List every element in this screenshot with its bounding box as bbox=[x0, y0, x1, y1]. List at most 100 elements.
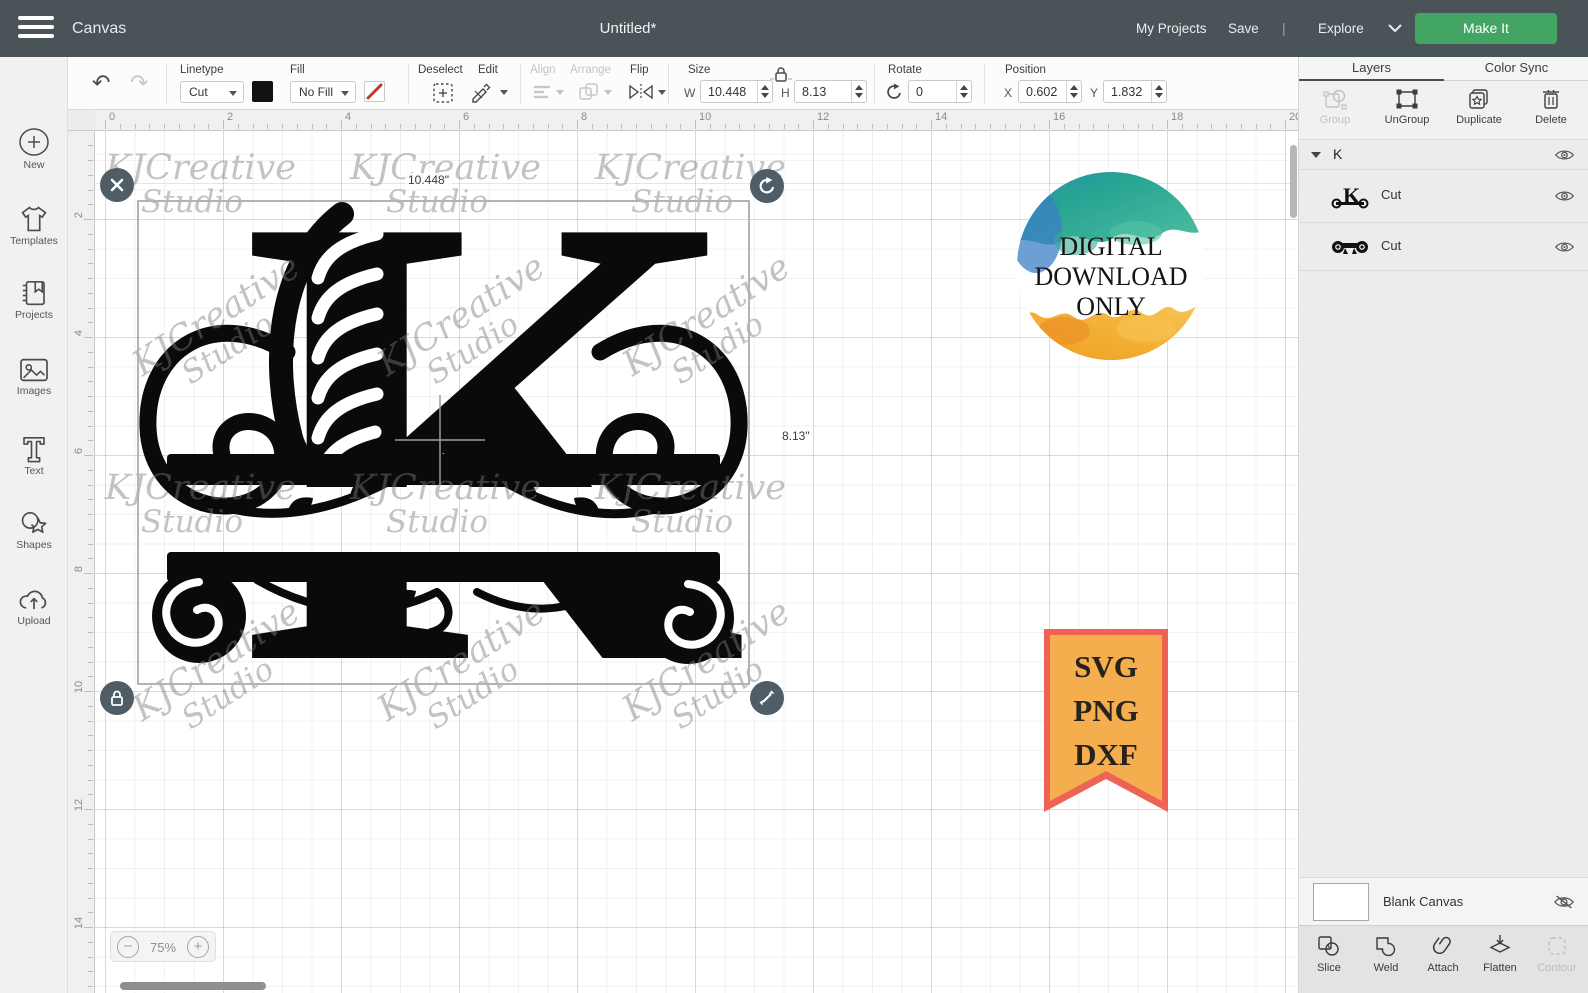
banner-format-dxf: DXF bbox=[1074, 737, 1138, 772]
banner-format-svg: SVG bbox=[1074, 649, 1138, 684]
width-stepper[interactable] bbox=[757, 81, 772, 102]
height-input[interactable]: 8.13 bbox=[794, 80, 867, 103]
contour-icon bbox=[1548, 937, 1566, 955]
caret-icon[interactable] bbox=[500, 90, 508, 95]
banner-format-png: PNG bbox=[1073, 693, 1138, 728]
x-prefix: X bbox=[1004, 86, 1013, 100]
fill-dropdown[interactable]: No Fill bbox=[290, 81, 356, 103]
caret-icon bbox=[556, 90, 564, 95]
blank-canvas-row[interactable]: Blank Canvas bbox=[1299, 877, 1588, 925]
horizontal-scrollbar-thumb[interactable] bbox=[120, 982, 266, 990]
badge-line-2: DOWNLOAD bbox=[1034, 262, 1187, 291]
fill-none-swatch[interactable] bbox=[364, 81, 385, 102]
save-link[interactable]: Save bbox=[1228, 0, 1259, 57]
width-value: 10.448 bbox=[708, 85, 747, 99]
chevron-down-icon[interactable] bbox=[1388, 24, 1402, 33]
ruler-v-number: 12 bbox=[73, 798, 85, 812]
eye-off-icon[interactable] bbox=[1553, 894, 1575, 910]
ruler-v-number: 8 bbox=[73, 565, 85, 573]
layers-panel: Layers Color Sync Group UnGroup Duplicat… bbox=[1298, 57, 1588, 993]
resize-arrows-icon bbox=[759, 690, 775, 706]
sidebar-item-projects[interactable]: Projects bbox=[0, 279, 68, 321]
align-icon bbox=[532, 84, 552, 100]
zoom-in-button[interactable]: + bbox=[187, 936, 209, 958]
x-stepper[interactable] bbox=[1066, 81, 1081, 102]
layer-thumbnail-bottom bbox=[1331, 237, 1369, 257]
sidebar-item-images[interactable]: Images bbox=[0, 357, 68, 397]
eye-icon[interactable] bbox=[1554, 189, 1575, 203]
tab-color-sync[interactable]: Color Sync bbox=[1444, 57, 1588, 81]
eye-icon[interactable] bbox=[1554, 240, 1575, 254]
group-icon bbox=[1323, 89, 1347, 110]
vertical-scrollbar-thumb[interactable] bbox=[1290, 145, 1297, 218]
formats-banner: SVG PNG DXF bbox=[1044, 629, 1168, 812]
attach-button[interactable]: Attach bbox=[1415, 934, 1471, 974]
canvas-color-swatch[interactable] bbox=[1313, 883, 1369, 921]
linetype-dropdown[interactable]: Cut bbox=[180, 81, 244, 103]
flatten-icon bbox=[1489, 935, 1511, 953]
projects-notebook-icon bbox=[22, 280, 45, 306]
x-position-input[interactable]: 0.602 bbox=[1018, 80, 1082, 103]
size-label: Size bbox=[688, 64, 711, 76]
undo-icon[interactable]: ↶ bbox=[92, 72, 110, 94]
sidebar-item-text[interactable]: Text bbox=[0, 435, 68, 477]
slice-button[interactable]: Slice bbox=[1301, 934, 1357, 974]
redo-icon[interactable]: ↷ bbox=[130, 72, 148, 94]
sidebar-label: Text bbox=[24, 465, 44, 477]
resize-selection-handle[interactable] bbox=[750, 681, 784, 715]
layer-group-row[interactable]: K bbox=[1299, 140, 1588, 170]
selection-bounding-box[interactable] bbox=[137, 200, 750, 685]
linetype-value: Cut bbox=[189, 85, 208, 99]
ruler-v-number: 14 bbox=[73, 916, 85, 930]
layer-name: Cut bbox=[1381, 238, 1402, 253]
rotate-stepper[interactable] bbox=[956, 81, 971, 102]
rotate-value: 0 bbox=[916, 85, 923, 99]
linetype-color-swatch[interactable] bbox=[252, 81, 273, 102]
remove-selection-handle[interactable] bbox=[100, 168, 134, 202]
explore-menu[interactable]: Explore bbox=[1318, 0, 1364, 57]
duplicate-label: Duplicate bbox=[1456, 114, 1502, 126]
y-position-input[interactable]: 1.832 bbox=[1103, 80, 1167, 103]
sidebar-item-templates[interactable]: Templates bbox=[0, 205, 68, 247]
ungroup-icon bbox=[1396, 89, 1418, 109]
sidebar-item-upload[interactable]: Upload bbox=[0, 587, 68, 627]
height-prefix: H bbox=[781, 86, 790, 100]
ungroup-button[interactable]: UnGroup bbox=[1371, 87, 1443, 126]
flip-icon[interactable] bbox=[628, 82, 654, 102]
rotate-input[interactable]: 0 bbox=[908, 80, 972, 103]
weld-button[interactable]: Weld bbox=[1358, 934, 1414, 974]
make-it-button[interactable]: Make It bbox=[1415, 13, 1557, 44]
rotate-selection-handle[interactable] bbox=[750, 169, 784, 203]
ruler-horizontal: 0 2 4 6 8 10 12 14 16 18 20 bbox=[95, 110, 1298, 131]
lock-icon bbox=[111, 690, 123, 706]
my-projects-link[interactable]: My Projects bbox=[1136, 0, 1207, 57]
layer-row-cut-top[interactable]: K Cut bbox=[1299, 170, 1588, 223]
duplicate-button[interactable]: Duplicate bbox=[1443, 87, 1515, 126]
collapse-triangle-icon[interactable] bbox=[1311, 152, 1321, 158]
eye-icon[interactable] bbox=[1554, 148, 1575, 162]
duplicate-icon bbox=[1469, 89, 1488, 109]
lock-ratio-icon[interactable] bbox=[770, 66, 792, 84]
layer-row-cut-bottom[interactable]: Cut bbox=[1299, 223, 1588, 271]
y-stepper[interactable] bbox=[1151, 81, 1166, 102]
width-input[interactable]: 10.448 bbox=[700, 80, 773, 103]
edit-icon[interactable] bbox=[470, 82, 496, 104]
slice-label: Slice bbox=[1317, 962, 1341, 974]
height-stepper[interactable] bbox=[851, 81, 866, 102]
arrange-icon bbox=[578, 82, 600, 102]
layer-group-name: K bbox=[1333, 146, 1343, 162]
selection-width-label: 10.448" bbox=[405, 173, 452, 187]
hamburger-menu-icon[interactable] bbox=[18, 16, 54, 41]
toolbar-divider bbox=[874, 63, 875, 104]
deselect-icon[interactable] bbox=[432, 82, 454, 104]
design-canvas[interactable]: K K KJCreative Studio KJCreative Studio … bbox=[95, 131, 1298, 993]
rotate-icon[interactable] bbox=[886, 83, 904, 101]
flatten-button[interactable]: Flatten bbox=[1472, 934, 1528, 974]
caret-icon[interactable] bbox=[658, 90, 666, 95]
sidebar-item-shapes[interactable]: Shapes bbox=[0, 509, 68, 551]
x-position-value: 0.602 bbox=[1026, 85, 1058, 99]
lock-selection-handle[interactable] bbox=[100, 681, 134, 715]
delete-button[interactable]: Delete bbox=[1515, 87, 1587, 126]
tab-layers[interactable]: Layers bbox=[1299, 57, 1444, 81]
sidebar-item-new[interactable]: New bbox=[0, 127, 68, 171]
